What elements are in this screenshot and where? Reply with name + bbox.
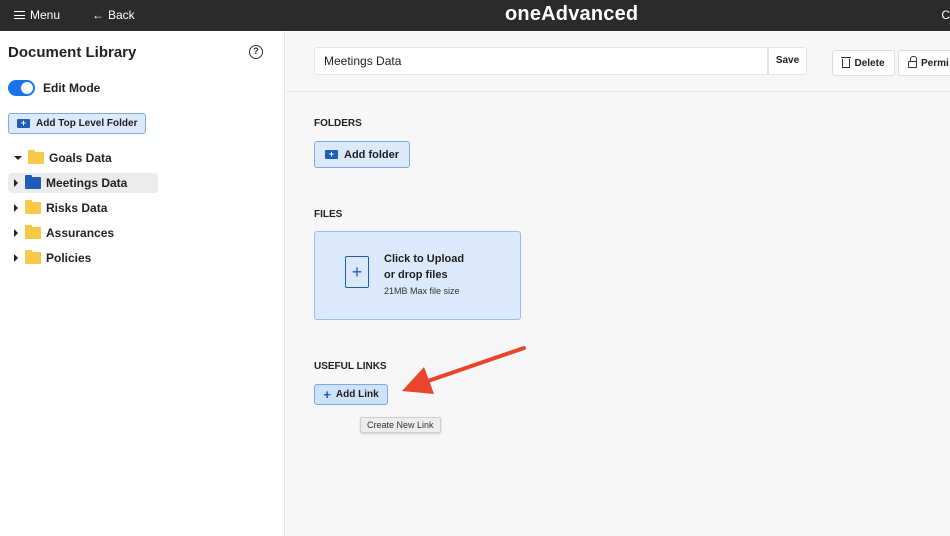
annotation-arrow-icon	[402, 346, 526, 394]
